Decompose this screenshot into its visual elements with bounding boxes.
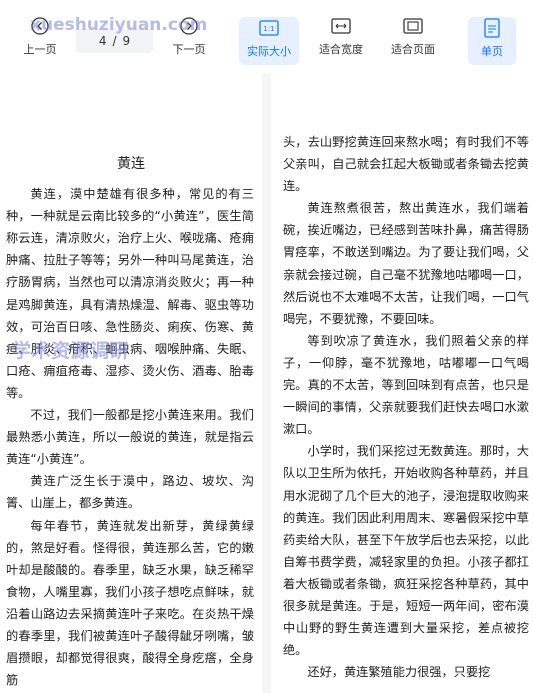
article-title: 黄连 [117,156,145,172]
fit-page-button[interactable]: 适合页面 [385,15,441,67]
paragraph: 还好，黄连繁殖能力很强，只要挖 [307,665,491,680]
next-page-label: 下一页 [172,43,206,56]
paragraph: 黄连熬煮很苦，熬出黄连水，我们端着碗，挨近嘴边，已经感到苦味扑鼻，痛苦得肠胃痉挛… [283,201,529,326]
page-separator: / [112,34,117,48]
paragraph: 等到吹凉了黄连水，我们照着父亲的样子，一仰脖，毫不犹豫地，咕嘟嘟一口气喝完。真的… [283,333,529,437]
fit-page-label: 适合页面 [391,43,435,56]
single-page-button[interactable]: 单页 [468,17,516,65]
watermark-site: xueshuziyuan.com [30,15,208,35]
current-page-input[interactable]: 4 [99,34,107,48]
paragraph: 每年春节，黄连就发出新芽，黄绿黄绿的，煞是好看。怪得很，黄连那么苦，它的嫩叶却是… [6,518,254,688]
fit-page-icon [402,15,424,37]
total-pages: 9 [122,34,131,48]
actual-size-button[interactable]: 1:1 实际大小 [239,17,299,65]
prev-page-label: 上一页 [23,43,57,56]
actual-size-icon: 1:1 [258,17,280,39]
left-page: 黄连 黄连，漠中楚雄有很多种，常见的有三种，一种就是云南比较多的“小黄连”，医生… [0,73,262,693]
fit-width-button[interactable]: 适合宽度 [313,15,369,67]
paragraph: 黄连广泛生长于漠中，路边、坡坎、沟箐、山崖上，都多黄连。 [6,474,254,511]
actual-size-label: 实际大小 [247,45,291,58]
paragraph: 不过，我们一般都是挖小黄连来用。我们最熟悉小黄连，所以一般说的黄连，就是指云黄连… [6,408,254,467]
right-page: 头，去山野挖黄连回来熬水喝；有时我们不等父亲叫，自己就会扛起大板锄或者条锄去挖黄… [271,73,533,693]
document-viewport[interactable]: 黄连 黄连，漠中楚雄有很多种，常见的有三种，一种就是云南比较多的“小黄连”，医生… [0,73,533,693]
fit-width-label: 适合宽度 [319,43,363,56]
watermark-text: 学术资源调研 [12,340,130,362]
single-page-label: 单页 [481,45,503,58]
paragraph: 黄连，漠中楚雄有很多种，常见的有三种，一种就是云南比较多的“小黄连”，医生简称云… [6,187,254,400]
svg-text:1:1: 1:1 [263,25,274,33]
fit-width-icon [330,15,352,37]
single-page-icon [481,17,503,39]
paragraph: 头，去山野挖黄连回来熬水喝；有时我们不等父亲叫，自己就会扛起大板锄或者条锄去挖黄… [283,135,529,194]
paragraph: 小学时，我们采挖过无数黄连。那时，大队以卫生所为依托，开始收购各种草药，并且用水… [283,444,529,658]
viewer-toolbar: 上一页 4 / 9 下一页 1:1 实际大小 适合宽度 适合页面 单页 [0,0,533,73]
